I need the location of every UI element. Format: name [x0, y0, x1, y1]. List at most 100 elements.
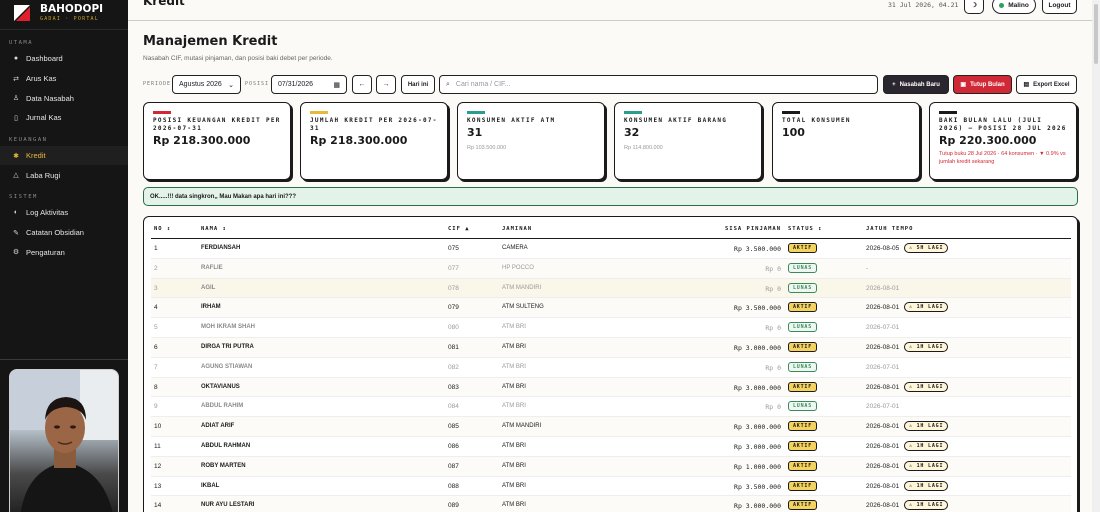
sidebar-item-label: Jurnal Kas [26, 113, 62, 123]
table-row[interactable]: 3 AGIL 078 ATM MANDIRI Rp 0 LUNAS 2026-08-01 [151, 278, 1071, 299]
customer-name: IRHAM [201, 304, 221, 311]
remaining-loan: Rp 3.000.000 [734, 443, 781, 451]
table-row[interactable]: 6 DIRGA TRI PUTRA 081 ATM BRI Rp 3.000.000 AK… [151, 338, 1071, 358]
posisi-value: 07/31/2026 [278, 81, 314, 88]
summary-card: TOTAL KONSUMEN 100 [772, 102, 920, 180]
sidebar-item-catatan-obsidian[interactable]: ✎ Catatan Obsidian [0, 223, 128, 243]
customer-cif: 079 [448, 304, 459, 312]
collateral: ATM BRI [502, 344, 526, 350]
table-row[interactable]: 5 MOH IKRAM SHAH 080 ATM BRI Rp 0 LUNAS 2026-0… [151, 318, 1071, 338]
theme-toggle-button[interactable]: ☽ [964, 0, 984, 14]
user-menu-button[interactable]: Malino [992, 0, 1036, 14]
posisi-date-input[interactable]: 07/31/2026 ▦ [271, 75, 347, 94]
table-row[interactable]: 7 AGUNG STIAWAN 082 ATM BRI Rp 0 LUNAS 2026-07… [151, 358, 1071, 378]
prev-date-button[interactable]: ← [352, 75, 372, 94]
section-heading: Manajemen Kredit [143, 34, 278, 49]
card-note: Tutup buku 28 Jul 2026 · 64 konsumen · ▼… [939, 150, 1066, 165]
customer-name: FERDIANSAH [201, 245, 241, 251]
sidebar-item-dashboard[interactable]: ● Dashboard [0, 49, 128, 69]
sidebar-item-pengaturan[interactable]: ⚙ Pengaturan [0, 243, 128, 263]
sidebar-section-label: KEUANGAN [9, 136, 48, 143]
sync-alert: OK.....!!! data singkron,, Mau Makan apa… [143, 187, 1078, 206]
summary-card: BAKI BULAN LALU (JULI 2026) — POSISI 28 … [929, 102, 1077, 180]
today-button[interactable]: Hari ini [401, 75, 435, 94]
card-value: Rp 218.300.000 [310, 133, 408, 147]
sidebar-item-data-nasabah[interactable]: ♙ Data Nasabah [0, 88, 128, 108]
table-row[interactable]: 13 IKBAL 088 ATM BRI Rp 3.500.000 AKTIF 2026-0… [151, 477, 1071, 497]
status-badge: AKTIF [788, 302, 818, 313]
status-badge: LUNAS [788, 361, 818, 372]
sidebar-item-laba-rugi[interactable]: △ Laba Rugi [0, 165, 128, 185]
star-icon: ✱ [13, 152, 19, 160]
due-date: 2026-07-01 [866, 363, 900, 371]
customer-name: ROBY MARTEN [201, 462, 246, 469]
column-header-cif[interactable]: CIF ▲ [448, 226, 470, 232]
remaining-loan: Rp 3.500.000 [734, 482, 781, 491]
table-row[interactable]: 4 IRHAM 079 ATM SULTENG Rp 3.500.000 AKTIF 202… [151, 298, 1071, 319]
collateral: ATM SULTENG [502, 304, 544, 311]
periode-select[interactable]: Agustus 2026 ⌄ [172, 75, 241, 94]
due-soon-badge: ⚠ 1H LAGI [904, 441, 949, 451]
row-number: 5 [154, 324, 158, 332]
table-row[interactable]: 12 ROBY MARTEN 087 ATM BRI Rp 1.000.000 AKTIF… [151, 456, 1071, 477]
column-header-status[interactable]: STATUS ↕ [788, 226, 823, 232]
customer-cif: 082 [448, 363, 459, 371]
close-month-button[interactable]: ▣ Tutup Bulan [953, 75, 1012, 94]
remaining-loan: Rp 0 [765, 403, 781, 412]
periode-value: Agustus 2026 [179, 81, 222, 88]
filter-bar: PERIODE Agustus 2026 ⌄ POSISI 07/31/2026… [143, 75, 1078, 94]
topbar: Kredit 31 Jul 2026, 04.21 ☽ Malino Logou… [128, 0, 1092, 21]
sidebar-item-arus-kas[interactable]: ⇄ Arus Kas [0, 69, 128, 89]
card-value: Rp 220.300.000 [939, 133, 1037, 147]
due-date: 2026-08-01 [866, 482, 900, 490]
card-value: 32 [624, 125, 640, 139]
scrollbar-thumb[interactable] [1094, 4, 1098, 64]
table-row[interactable]: 14 NUR AYU LESTARI 089 ATM BRI Rp 3.000.000 A… [151, 496, 1071, 512]
calendar-icon: ▣ [960, 82, 967, 88]
customer-name: NUR AYU LESTARI [201, 502, 255, 509]
status-cell: LUNAS [788, 262, 818, 273]
search-input[interactable]: ⌕ Cari nama / CIF... [439, 75, 878, 94]
customer-cif: 088 [448, 482, 459, 490]
table-row[interactable]: 8 OKTAVIANUS 083 ATM BRI Rp 3.000.000 AKTIF 20… [151, 377, 1071, 398]
arrow-left-icon: ← [358, 81, 366, 88]
logout-button[interactable]: Logout [1042, 0, 1077, 14]
table-row[interactable]: 9 ABDUL RAHIM 084 ATM BRI Rp 0 LUNAS 2026-07-0… [151, 397, 1071, 418]
column-header-nama[interactable]: NAMA ↕ [201, 226, 227, 232]
customer-name: AGIL [201, 284, 216, 291]
next-date-button[interactable]: → [376, 75, 396, 94]
due-date: 2026-08-01 [866, 502, 900, 510]
column-header-no[interactable]: NO ↕ [154, 226, 171, 232]
sidebar-section-label: SISTEM [9, 194, 38, 201]
collateral: ATM BRI [502, 502, 526, 509]
user-name: Malino [1008, 1, 1029, 9]
posisi-label: POSISI [245, 81, 270, 87]
due-date: 2026-08-01 [866, 284, 900, 292]
sidebar-item-log-aktivitas[interactable]: ◐ Log Aktivitas [0, 203, 128, 223]
sidebar-item-jurnal-kas[interactable]: ▯ Jurnal Kas [0, 108, 128, 128]
customer-cif: 089 [448, 502, 459, 510]
row-number: 6 [154, 344, 158, 351]
status-badge: AKTIF [788, 460, 818, 471]
card-label: TOTAL KONSUMEN [782, 117, 851, 124]
export-excel-button[interactable]: ▤ Export Excel [1016, 75, 1077, 94]
table-row[interactable]: 1 FERDIANSAH 075 CAMERA Rp 3.500.000 AKTIF 202… [151, 239, 1071, 259]
table-row[interactable]: 2 RAFLIE 077 HP POCCO Rp 0 LUNAS - [151, 258, 1071, 279]
new-customer-button[interactable]: + Nasabah Baru [883, 75, 949, 94]
collateral: ATM MANDIRI [502, 423, 542, 430]
status-cell: LUNAS [788, 282, 818, 293]
card-label: KONSUMEN AKTIF BARANG [624, 117, 728, 124]
table-row[interactable]: 11 ABDUL RAHMAN 086 ATM BRI Rp 3.000.000 AKTI… [151, 437, 1071, 457]
brand[interactable]: BAHODOPI GADAI · PORTAL [0, 2, 128, 24]
table-row[interactable]: 10 ADIAT ARIF 085 ATM MANDIRI Rp 3.000.000 AK… [151, 417, 1071, 437]
collateral: ATM BRI [502, 403, 526, 410]
periode-label: PERIODE [143, 81, 172, 87]
page-scrollbar[interactable] [1092, 0, 1100, 512]
sidebar-item-kredit[interactable]: ✱ Kredit [0, 145, 128, 166]
customer-cif: 081 [448, 344, 459, 351]
collateral: ATM MANDIRI [502, 284, 542, 291]
row-number: 9 [154, 403, 158, 411]
status-cell: LUNAS [788, 401, 818, 412]
customer-cif: 078 [448, 284, 459, 292]
remaining-loan: Rp 1.000.000 [734, 462, 781, 471]
